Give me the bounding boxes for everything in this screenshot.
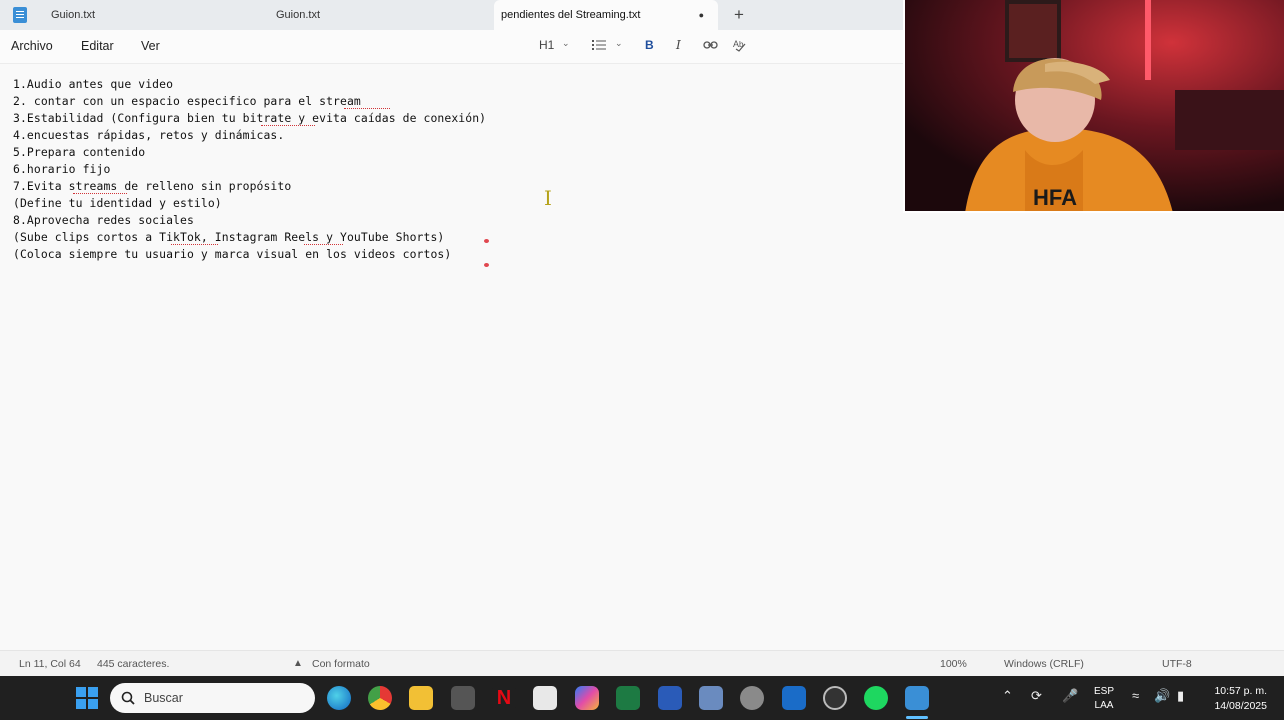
- svg-text:HFA: HFA: [1033, 185, 1077, 210]
- netflix-icon[interactable]: N: [492, 686, 516, 710]
- keyboard-layout: LAA: [1094, 700, 1114, 711]
- unsaved-dot-close-icon[interactable]: ●: [699, 0, 704, 31]
- tab-guion-1[interactable]: Guion.txt: [44, 0, 244, 30]
- file-explorer-icon[interactable]: [409, 686, 433, 710]
- italic-button[interactable]: I: [676, 38, 681, 52]
- tab-guion-2[interactable]: Guion.txt: [269, 0, 469, 30]
- document-line: (Sube clips cortos a TikTok, Instagram R…: [13, 230, 445, 244]
- battery-icon[interactable]: ▮: [1177, 688, 1184, 704]
- date: 14/08/2025: [1214, 700, 1267, 712]
- spellcheck-marker[interactable]: [484, 239, 489, 243]
- settings-gear-icon[interactable]: [740, 686, 764, 710]
- spellcheck-underline[interactable]: [171, 243, 218, 245]
- spellcheck-underline[interactable]: [304, 243, 343, 245]
- format-icon: ▲: [293, 658, 303, 669]
- document-line: (Define tu identidad y estilo): [13, 196, 222, 210]
- document-line: (Coloca siempre tu usuario y marca visua…: [13, 247, 452, 261]
- format-toggle[interactable]: Con formato: [312, 658, 370, 670]
- store-icon[interactable]: [533, 686, 557, 710]
- taskbar-search[interactable]: Buscar: [110, 683, 315, 713]
- tab-pendientes-streaming[interactable]: pendientes del Streaming.txt ●: [494, 0, 718, 30]
- document-line: 3.Estabilidad (Configura bien tu bitrate…: [13, 111, 487, 125]
- show-hidden-icons-chevron-up-icon[interactable]: ⌃: [1002, 688, 1013, 704]
- spellcheck-marker[interactable]: [484, 263, 489, 267]
- active-app-indicator: [906, 716, 928, 719]
- chevron-down-icon[interactable]: ⌄: [615, 38, 623, 49]
- time: 10:57 p. m.: [1214, 685, 1267, 697]
- menu-ver[interactable]: Ver: [141, 39, 160, 53]
- sync-icon[interactable]: ⟳: [1031, 688, 1042, 704]
- text-ibeam-cursor-icon: I: [544, 186, 552, 210]
- document-line: 4.encuestas rápidas, retos y dinámicas.: [13, 128, 285, 142]
- chevron-down-icon[interactable]: ⌄: [562, 38, 570, 49]
- tab-label: Guion.txt: [276, 9, 321, 21]
- obs-icon[interactable]: [823, 686, 847, 710]
- search-icon: [121, 691, 135, 705]
- menu-archivo[interactable]: Archivo: [11, 39, 53, 53]
- status-bar: Ln 11, Col 64 445 caracteres. ▲ Con form…: [0, 650, 1284, 676]
- webcam-image: HFA: [905, 0, 1284, 211]
- notepad-window: Guion.txt Guion.txt pendientes del Strea…: [0, 0, 1284, 720]
- app-m-icon[interactable]: [451, 686, 475, 710]
- spotify-icon[interactable]: [864, 686, 888, 710]
- notepad-app-icon: [13, 7, 27, 23]
- windows-start-icon[interactable]: [76, 687, 98, 709]
- webcam-overlay: HFA: [903, 0, 1284, 213]
- search-placeholder: Buscar: [144, 691, 183, 705]
- document-line: 6.horario fijo: [13, 162, 111, 176]
- copilot-icon[interactable]: [575, 686, 599, 710]
- excel-icon[interactable]: [616, 686, 640, 710]
- notepad-taskbar-icon[interactable]: [905, 686, 929, 710]
- app-icon[interactable]: [699, 686, 723, 710]
- chrome-icon[interactable]: [368, 686, 392, 710]
- new-tab-button[interactable]: +: [734, 5, 744, 25]
- spellcheck-underline[interactable]: [344, 107, 390, 109]
- word-icon[interactable]: [658, 686, 682, 710]
- list-icon[interactable]: [592, 39, 606, 51]
- heading-dropdown[interactable]: H1: [539, 38, 554, 52]
- document-line: 7.Evita streams de relleno sin propósito: [13, 179, 292, 193]
- character-count: 445 caracteres.: [97, 658, 170, 670]
- taskbar: Buscar N ⌃ ⟳ 🎤 ESP LAA ≈ 🔊 ▮ 10:57 p. m.…: [0, 676, 1284, 720]
- spellcheck-underline[interactable]: [261, 124, 315, 126]
- tab-label: pendientes del Streaming.txt: [501, 9, 641, 21]
- language-indicator[interactable]: ESP LAA: [1094, 685, 1114, 713]
- link-icon[interactable]: [703, 40, 718, 50]
- spellcheck-underline[interactable]: [73, 192, 127, 194]
- menu-editar[interactable]: Editar: [81, 39, 114, 53]
- edge-icon[interactable]: [327, 686, 351, 710]
- microphone-icon[interactable]: 🎤: [1062, 688, 1078, 704]
- encoding[interactable]: UTF-8: [1162, 658, 1192, 670]
- line-ending[interactable]: Windows (CRLF): [1004, 658, 1084, 670]
- document-line: 2. contar con un espacio especifico para…: [13, 94, 361, 108]
- spellcheck-icon[interactable]: A b: [733, 38, 747, 52]
- document-line: 1.Audio antes que video: [13, 77, 174, 91]
- document-line: 5.Prepara contenido: [13, 145, 146, 159]
- clock[interactable]: 10:57 p. m. 14/08/2025: [1205, 684, 1267, 714]
- bold-button[interactable]: B: [645, 38, 654, 52]
- wifi-icon[interactable]: ≈: [1132, 688, 1139, 703]
- zoom-level[interactable]: 100%: [940, 658, 967, 670]
- tab-label: Guion.txt: [51, 9, 96, 21]
- cursor-position: Ln 11, Col 64: [19, 658, 81, 670]
- document-line: 8.Aprovecha redes sociales: [13, 213, 194, 227]
- volume-icon[interactable]: 🔊: [1154, 688, 1170, 704]
- outlook-icon[interactable]: [782, 686, 806, 710]
- language-code: ESP: [1094, 686, 1115, 697]
